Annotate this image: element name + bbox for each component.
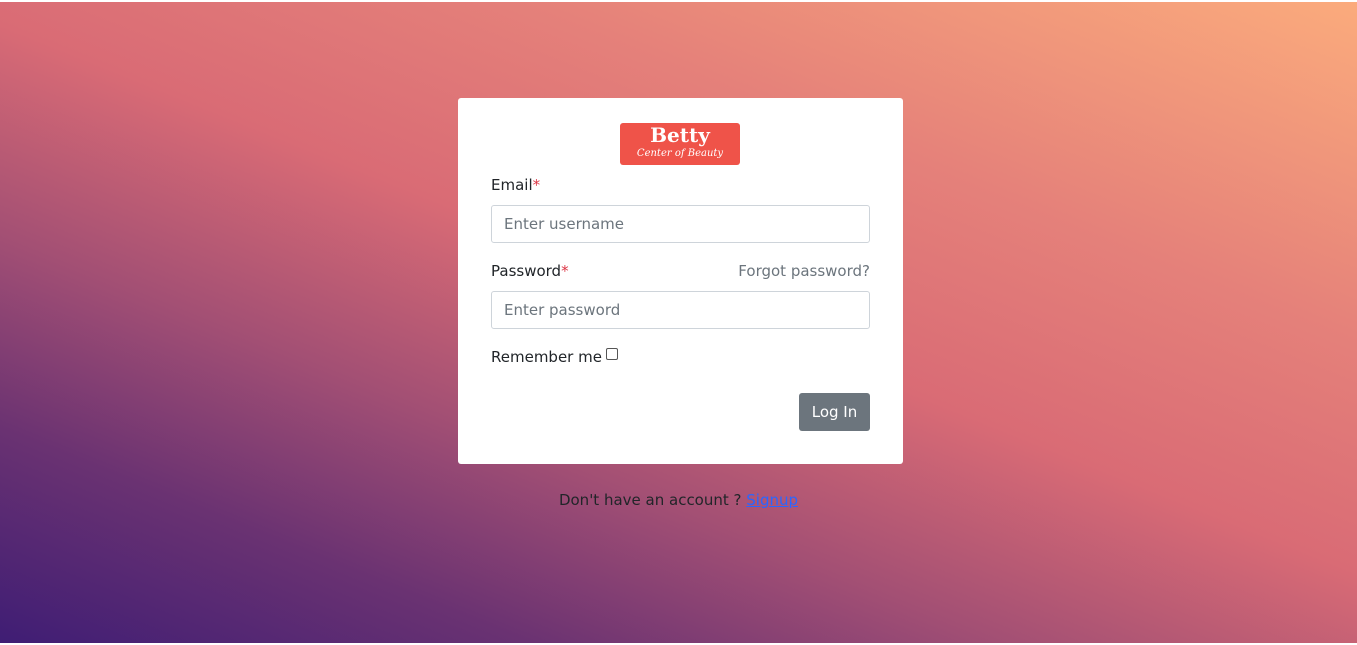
login-page: Betty Center of Beauty Email* Password* …	[0, 0, 1357, 645]
remember-me-label: Remember me	[491, 348, 602, 366]
email-required-mark: *	[532, 176, 541, 194]
remember-me-row: Remember me	[491, 348, 618, 366]
signup-prompt: Don't have an account ?	[558, 491, 742, 509]
brand-logo: Betty Center of Beauty	[620, 123, 740, 165]
password-input[interactable]	[491, 291, 870, 329]
remember-me-checkbox[interactable]	[605, 348, 618, 360]
email-label-text: Email	[491, 176, 533, 194]
password-label: Password*	[491, 262, 569, 280]
login-button[interactable]: Log In	[799, 393, 870, 431]
email-label: Email*	[491, 176, 540, 194]
email-input[interactable]	[491, 205, 870, 243]
signup-row: Don't have an account ? Signup	[0, 491, 1357, 509]
password-label-text: Password	[491, 262, 562, 280]
logo-subtitle: Center of Beauty	[636, 148, 724, 159]
password-required-mark: *	[561, 262, 569, 280]
signup-link[interactable]: Signup	[746, 491, 798, 509]
forgot-password-link[interactable]: Forgot password?	[738, 262, 870, 280]
logo-title: Betty	[650, 123, 710, 147]
login-card: Betty Center of Beauty Email* Password* …	[458, 98, 903, 464]
